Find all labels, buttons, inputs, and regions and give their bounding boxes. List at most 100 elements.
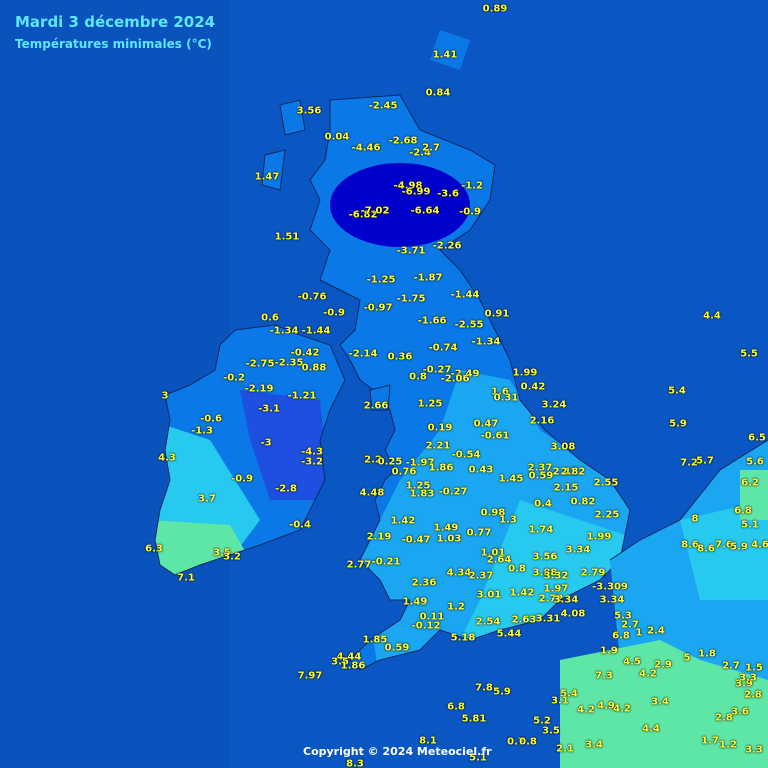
- temperature-label: 4.08: [560, 608, 586, 620]
- temperature-label: -3.6: [437, 188, 459, 200]
- temperature-label: -2.68: [388, 135, 418, 147]
- temperature-label: 5.18: [450, 632, 476, 644]
- temperature-label: 1.45: [498, 473, 524, 485]
- temperature-label: -3.1: [258, 403, 280, 415]
- temperature-label: -1.44: [450, 289, 480, 301]
- temperature-label: 1.41: [432, 49, 458, 61]
- temperature-label: 4.6: [751, 539, 768, 551]
- temperature-label: 2.4: [647, 625, 665, 637]
- temperature-label: 3.1: [551, 695, 569, 707]
- temperature-label: 3.56: [532, 551, 558, 563]
- temperature-label: -6.99: [401, 186, 431, 198]
- temperature-label: 2.8: [744, 689, 762, 701]
- temperature-label: -0.76: [297, 291, 327, 303]
- temperature-label: 0.91: [484, 308, 510, 320]
- temperature-label: 3.34: [599, 594, 625, 606]
- temperature-label: 3.34: [553, 594, 579, 606]
- temperature-label: 3.6: [731, 706, 749, 718]
- temperature-label: 0.84: [425, 87, 451, 99]
- temperature-label: -0.6: [200, 413, 222, 425]
- temperature-label: 2.16: [529, 415, 555, 427]
- temperature-label: -2.45: [368, 100, 398, 112]
- temperature-label: 0.82: [570, 496, 596, 508]
- temperature-label: -2.8: [275, 483, 297, 495]
- temperature-label: -3.2: [301, 456, 323, 468]
- temperature-label: 7.8: [475, 682, 493, 694]
- temperature-label: 1.86: [428, 462, 454, 474]
- temperature-label: -2.26: [432, 240, 462, 252]
- temperature-label: -1.34: [269, 325, 299, 337]
- temperature-label: 5.81: [461, 713, 487, 725]
- temperature-label: -0.61: [480, 430, 510, 442]
- temperature-label: -3: [260, 437, 272, 449]
- temperature-label: 0.8: [508, 563, 526, 575]
- temperature-label: -0.2: [223, 372, 245, 384]
- temperature-label: 1.99: [512, 367, 538, 379]
- temperature-label: -1.3: [191, 425, 213, 437]
- temperature-label: 0.47: [473, 418, 499, 430]
- temperature-label: -1.34: [471, 336, 501, 348]
- temperature-label: 6.8: [447, 701, 465, 713]
- page-title: Mardi 3 décembre 2024: [15, 13, 216, 31]
- temperature-label: 3: [161, 390, 169, 402]
- temperature-label: 4.34: [446, 567, 472, 579]
- temperature-label: 2.37: [468, 570, 494, 582]
- temperature-label: 6.8: [734, 505, 752, 517]
- temperature-label: 1.86: [340, 660, 366, 672]
- temperature-label: 0.4: [534, 498, 552, 510]
- temperature-label: 2.55: [593, 477, 619, 489]
- temperature-label: -0.12: [411, 620, 441, 632]
- temperature-label: 8.6: [697, 543, 715, 555]
- temperature-label: -2.75: [245, 358, 275, 370]
- temperature-label: 2.66: [363, 400, 389, 412]
- temperature-label: 0.04: [324, 131, 350, 143]
- temperature-label: 5: [683, 652, 691, 664]
- temperature-label: 1.47: [254, 171, 280, 183]
- temperature-label: -2.55: [454, 319, 484, 331]
- temperature-label: 5.4: [668, 385, 686, 397]
- temperature-label: 2.7: [422, 142, 440, 154]
- temperature-label: 3.7: [198, 493, 216, 505]
- temperature-label: 1.03: [436, 533, 462, 545]
- temperature-label: 1.9: [600, 645, 618, 657]
- temperature-label: -1.21: [287, 390, 317, 402]
- temperature-label: 3.01: [476, 589, 502, 601]
- temperature-label: -4.46: [351, 142, 381, 154]
- temperature-label: 2.1: [556, 743, 574, 755]
- temperature-label: 5.9: [730, 541, 748, 553]
- temperature-label: -7.02: [360, 205, 390, 217]
- temperature-label: 2.54: [475, 616, 501, 628]
- temperature-label: -1.2: [461, 180, 483, 192]
- temperature-label: -0.9: [231, 473, 253, 485]
- temperature-label: 0.31: [493, 392, 519, 404]
- temperature-label: 0.43: [468, 464, 494, 476]
- temperature-label: 2.77: [346, 559, 372, 571]
- temperature-label: 3.5: [542, 725, 560, 737]
- temperature-label: 5.6: [746, 456, 764, 468]
- temperature-label: 7.1: [177, 572, 195, 584]
- temperature-label: 4.4: [642, 723, 660, 735]
- temperature-label: 1.74: [528, 524, 554, 536]
- temperature-label: 2.7: [722, 660, 740, 672]
- temperature-label: 0.36: [387, 351, 413, 363]
- temperature-label: 0.19: [427, 422, 453, 434]
- temperature-label: 2.15: [553, 482, 579, 494]
- temperature-label: 6.8: [612, 630, 630, 642]
- temperature-label: 2.79: [580, 567, 606, 579]
- temperature-label: 0.6: [261, 312, 279, 324]
- temperature-label: 0.59: [384, 642, 410, 654]
- temperature-label: -0.97: [363, 302, 393, 314]
- temperature-label: 1.42: [390, 515, 416, 527]
- temperature-label: -1.87: [413, 272, 443, 284]
- temperature-label: 3.31: [535, 613, 561, 625]
- temperature-label: 4.48: [359, 487, 385, 499]
- temperature-label: -0.4: [289, 519, 311, 531]
- temperature-label: 8: [691, 513, 699, 525]
- temperature-label: 3.56: [296, 105, 322, 117]
- temperature-label: 3.32: [543, 570, 569, 582]
- temperature-label: 2.63: [511, 614, 537, 626]
- temperature-label: 5.5: [740, 348, 758, 360]
- temperature-label: 4.2: [613, 703, 631, 715]
- temperature-label: -6.64: [410, 205, 440, 217]
- temperature-label: 3.24: [541, 399, 567, 411]
